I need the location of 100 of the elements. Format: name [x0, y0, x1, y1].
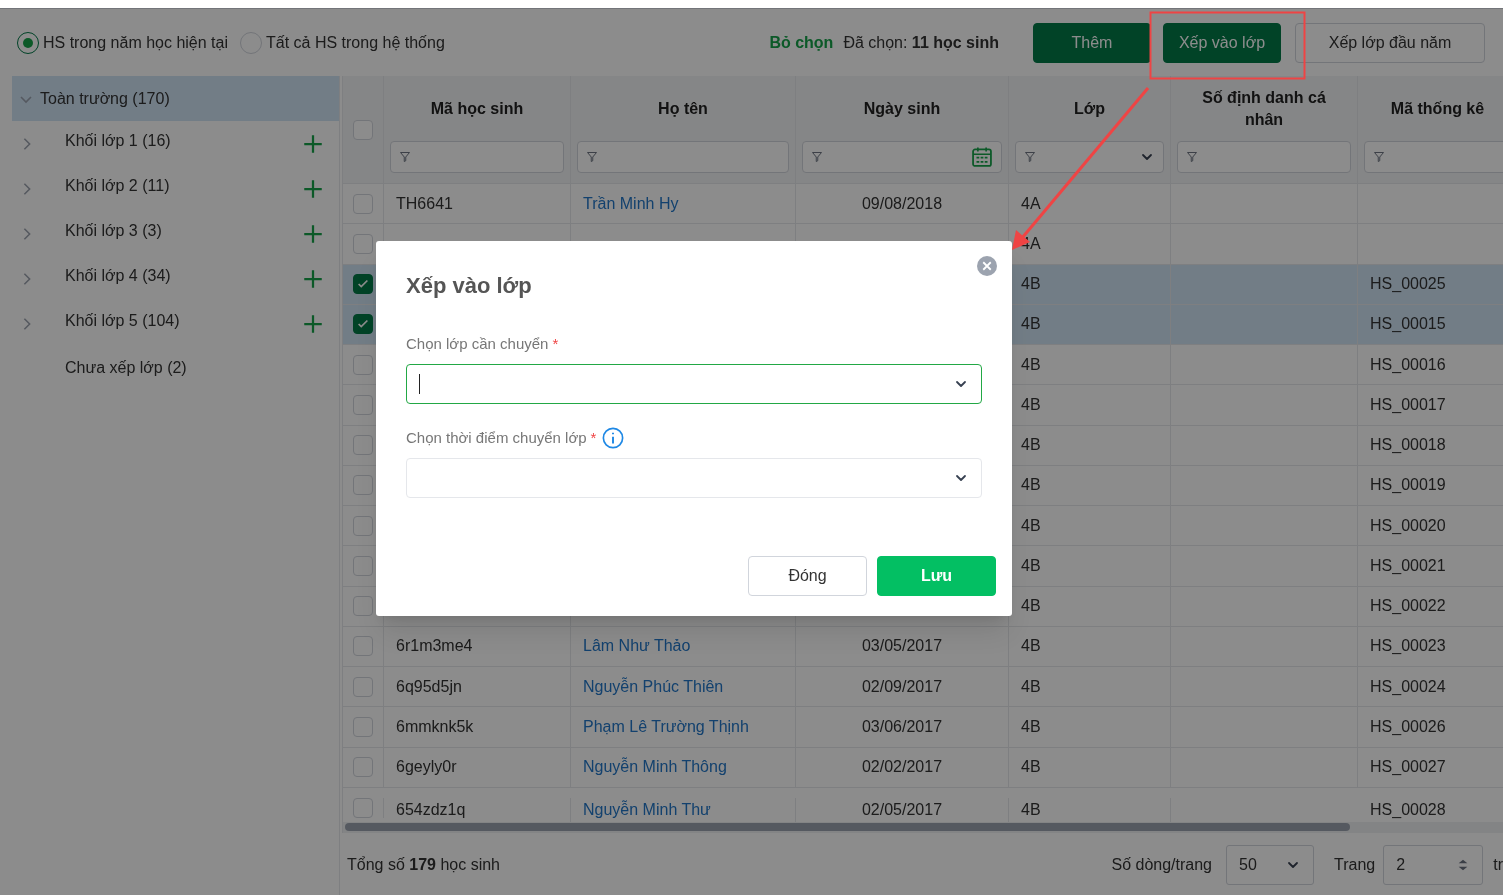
field-label: Chọn lớp cần chuyển	[406, 333, 549, 354]
table-cell-text: 4B	[1021, 716, 1041, 737]
tree-root-item[interactable]: Toàn trường (170)	[12, 76, 339, 121]
student-name-link[interactable]: Nguyễn Minh Thông	[583, 755, 727, 780]
column-header[interactable]: Số định danh cá nhân	[1189, 86, 1339, 131]
table-cell-text: 4B	[1021, 435, 1041, 456]
filter-field[interactable]	[390, 141, 564, 173]
table-cell-text: 02/09/2017	[861, 676, 943, 697]
required-mark: *	[590, 427, 597, 448]
tree-item[interactable]: Chưa xếp lớp (2)	[12, 346, 339, 396]
table-row[interactable]: 6r1m3me4 Lâm Như Thảo 03/05/2017 4B HS_00023	[343, 626, 1503, 667]
filter-field[interactable]	[1177, 141, 1351, 173]
table-cell-text: 4B	[1021, 314, 1041, 335]
filter-icon	[586, 151, 598, 163]
table-cell-text: 6q95d5jn	[396, 676, 462, 697]
filter-icon	[399, 151, 411, 163]
table-cell-text: 4B	[1021, 354, 1041, 375]
column-header[interactable]: Ngày sinh	[863, 97, 941, 120]
table-cell-text: 4B	[1021, 757, 1041, 778]
table-cell-text: HS_00017	[1370, 394, 1446, 415]
table-cell-text: 654zdz1q	[396, 799, 466, 820]
table-cell-text: HS_00028	[1370, 799, 1446, 820]
table-cell-text: 4B	[1021, 555, 1041, 576]
table-cell-text: 6r1m3me4	[396, 636, 473, 657]
student-name-link[interactable]: Nguyễn Minh Thư	[583, 797, 711, 822]
column-header[interactable]: Họ tên	[658, 97, 708, 120]
close-button[interactable]	[977, 256, 997, 276]
filter-field[interactable]	[802, 141, 1002, 173]
table-cell-text: 4B	[1021, 636, 1041, 657]
table-cell-text: 4B	[1021, 676, 1041, 697]
plus-icon	[303, 178, 323, 199]
table-cell-text: HS_00020	[1370, 515, 1446, 536]
student-name-link[interactable]: Nguyễn Phúc Thiên	[583, 674, 724, 699]
tree-item[interactable]: Khối lớp 3 (3)	[12, 211, 339, 256]
table-cell-text: 02/02/2017	[861, 757, 943, 778]
table-cell-text: 6mmknk5k	[396, 716, 474, 737]
plus-icon	[303, 133, 323, 154]
row-checkbox[interactable]	[353, 314, 373, 335]
table-cell-text: 4B	[1021, 394, 1041, 415]
table-cell-text: 4B	[1021, 596, 1041, 617]
plus-icon	[303, 313, 323, 334]
column-header[interactable]: Mã học sinh	[430, 97, 524, 120]
filter-field[interactable]	[577, 141, 789, 173]
tree-item[interactable]: Khối lớp 2 (11)	[12, 166, 339, 211]
plus-icon	[303, 223, 323, 244]
dialog-title: Xếp vào lớp	[406, 272, 533, 300]
table-cell-text: HS_00018	[1370, 435, 1446, 456]
select-all-checkbox[interactable]	[353, 119, 373, 140]
table-cell-text: HS_00019	[1370, 475, 1446, 496]
tree-item[interactable]: Khối lớp 4 (34)	[12, 256, 339, 301]
plus-icon	[303, 268, 323, 289]
table-cell-text: 09/08/2018	[861, 193, 943, 214]
select-field[interactable]	[406, 364, 982, 404]
column-header[interactable]: Lớp	[1074, 97, 1105, 120]
filter-field[interactable]	[1364, 141, 1503, 173]
row-checkbox[interactable]	[353, 274, 373, 295]
page-size-select[interactable]: 50	[1226, 844, 1314, 885]
total-count: Tổng số 179 học sinh	[347, 854, 500, 875]
tree-item[interactable]: Khối lớp 5 (104)	[12, 301, 339, 346]
student-name-link[interactable]: Lâm Như Thảo	[583, 634, 691, 659]
student-name-link[interactable]: Trần Minh Hy	[583, 191, 679, 216]
table-cell-text: 03/05/2017	[861, 636, 943, 657]
cancel-button[interactable]: Đóng	[748, 556, 867, 596]
radio-label[interactable]: HS trong năm học hiện tại	[43, 30, 228, 55]
page-label: Trang	[1334, 854, 1376, 875]
table-cell-text: HS_00023	[1370, 636, 1446, 657]
radio-label[interactable]: Tất cả HS trong hệ thống	[266, 30, 445, 55]
field-label: Chọn thời điểm chuyển lớp	[406, 427, 587, 448]
table-cell-text: 4B	[1021, 799, 1041, 820]
table-cell-text: 4B	[1021, 274, 1041, 295]
outline-button[interactable]: Xếp lớp đầu năm	[1295, 22, 1485, 63]
filter-icon	[1024, 151, 1036, 163]
column-header[interactable]: Mã thống kê	[1390, 97, 1485, 120]
table-cell-text: HS_00026	[1370, 716, 1446, 737]
table-cell-text: HS_00024	[1370, 676, 1446, 697]
action-button[interactable]: Xếp vào lớp	[1163, 22, 1281, 63]
table-cell-text: 03/06/2017	[861, 716, 943, 737]
student-name-link[interactable]: Phạm Lê Trường Thịnh	[583, 714, 749, 739]
filter-icon	[1373, 151, 1385, 163]
table-cell-text: 6geyly0r	[396, 757, 457, 778]
table-cell-text: HS_00016	[1370, 354, 1446, 375]
table-cell-text: HS_00022	[1370, 596, 1446, 617]
tree-item[interactable]: Khối lớp 1 (16)	[12, 121, 339, 166]
table-cell-text: HS_00015	[1370, 314, 1446, 335]
table-row[interactable]: 6mmknk5k Phạm Lê Trường Thịnh 03/06/2017 4B HS_00026	[343, 707, 1503, 748]
required-mark: *	[552, 333, 559, 354]
scrollbar-thumb[interactable]	[345, 823, 1350, 831]
page-size-label: Số dòng/trang	[1111, 854, 1212, 875]
pagination-text: tr	[1493, 854, 1503, 875]
page-number-field[interactable]: 2	[1383, 844, 1484, 885]
table-row[interactable]: TH6641 Trần Minh Hy 09/08/2018 4A	[343, 184, 1503, 225]
radio-button[interactable]	[17, 31, 39, 54]
table-cell-text: HS_00027	[1370, 757, 1446, 778]
table-cell-text: 4B	[1021, 515, 1041, 536]
table-row[interactable]: 6geyly0r Nguyễn Minh Thông 02/02/2017 4B HS_00027	[343, 747, 1503, 788]
action-button[interactable]: Thêm	[1033, 22, 1151, 63]
table-row[interactable]: 6q95d5jn Nguyễn Phúc Thiên 02/09/2017 4B HS_00024	[343, 667, 1503, 708]
filter-field[interactable]	[1015, 141, 1164, 173]
filter-icon	[811, 151, 823, 163]
table-cell-text: 02/05/2017	[861, 799, 943, 820]
